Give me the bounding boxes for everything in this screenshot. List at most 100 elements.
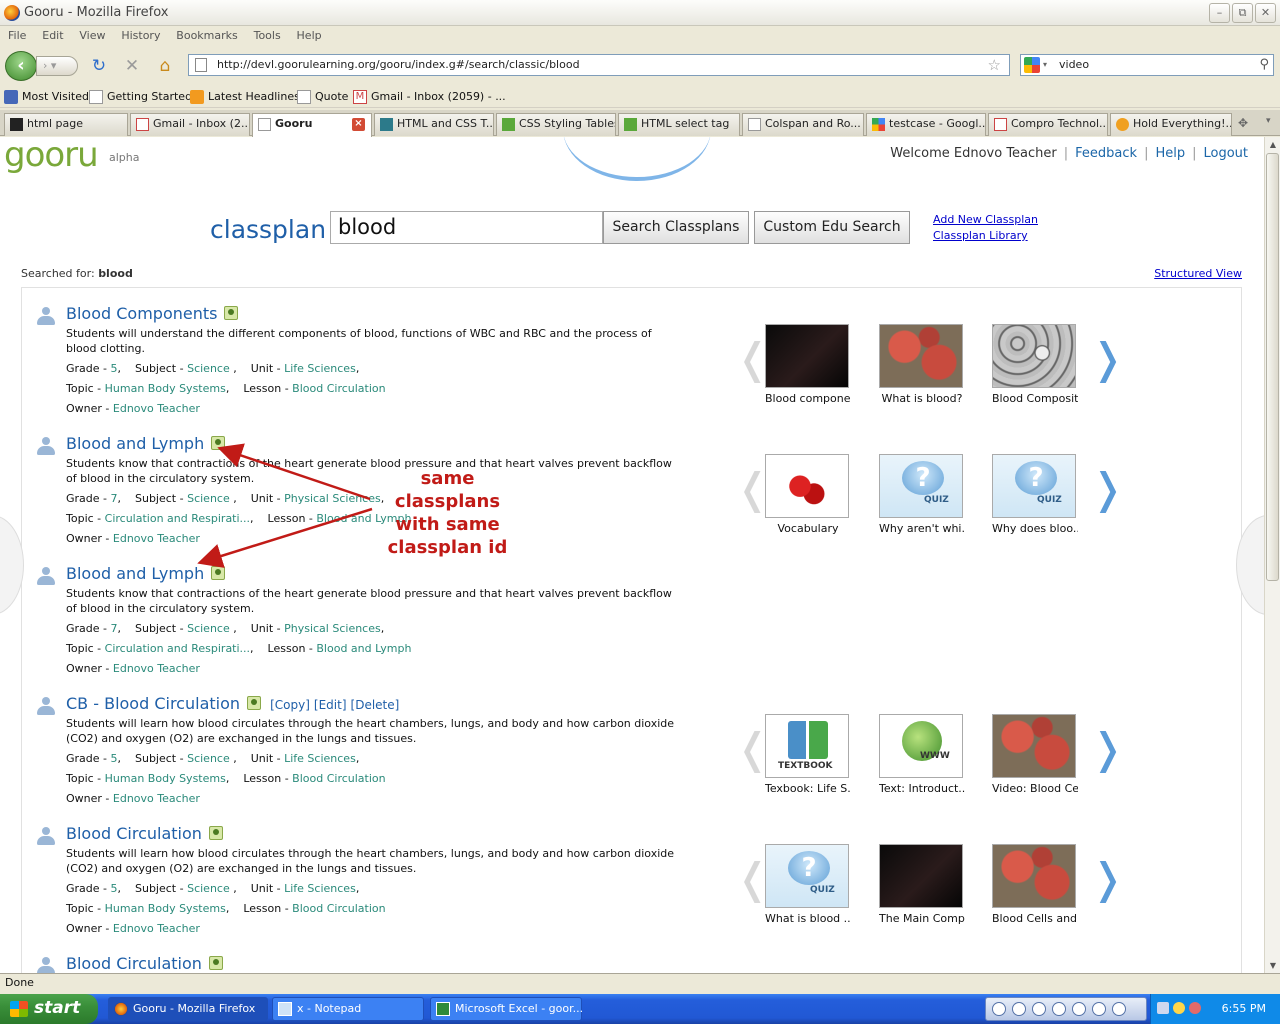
volume-tray-icon[interactable] [1173, 1002, 1185, 1014]
reload-icon[interactable]: ↻ [88, 55, 110, 77]
carousel-prev-icon[interactable]: ❬ [735, 724, 770, 774]
logout-link[interactable]: Logout [1203, 146, 1248, 161]
resource-thumb[interactable]: Blood Compositi... [992, 324, 1078, 405]
add-new-classplan-link[interactable]: Add New Classplan [933, 213, 1038, 226]
resource-thumb[interactable]: What is blood ... [765, 844, 851, 925]
new-tab-icon[interactable]: ✥ [1238, 116, 1248, 130]
share-icon[interactable] [208, 826, 223, 840]
custom-edu-search-button[interactable]: Custom Edu Search [754, 211, 910, 244]
resource-thumb[interactable]: Blood Cells and ... [992, 844, 1078, 925]
close-window-button[interactable]: ✕ [1255, 3, 1276, 23]
feedback-link[interactable]: Feedback [1075, 146, 1137, 161]
restore-button[interactable]: ⧉ [1232, 3, 1253, 23]
carousel-next-icon[interactable]: ❭ [1090, 854, 1125, 904]
bookmark-getting-started[interactable]: Getting Started [89, 89, 192, 105]
resource-thumb[interactable]: Texbook: Life S... [765, 714, 851, 795]
result-title[interactable]: Blood Components [66, 304, 217, 323]
help-link[interactable]: Help [1155, 146, 1185, 161]
tab-gmail[interactable]: Gmail - Inbox (2... [130, 113, 250, 136]
delete-link[interactable]: [Delete] [351, 698, 400, 712]
result-title[interactable]: Blood and Lymph [66, 434, 204, 453]
google-icon[interactable] [1024, 57, 1040, 73]
bookmark-gmail[interactable]: M Gmail - Inbox (2059) - ... [353, 89, 506, 105]
copy-link[interactable]: [Copy] [270, 698, 310, 712]
result-title[interactable]: Blood and Lymph [66, 564, 204, 583]
back-button[interactable]: ‹ [5, 51, 37, 81]
tab-gooru[interactable]: Gooru × [252, 113, 372, 137]
tab-html-page[interactable]: html page [4, 113, 128, 136]
menu-history[interactable]: History [121, 26, 160, 46]
tab-css-styling[interactable]: CSS Styling Tables [496, 113, 616, 136]
taskbar-item-excel[interactable]: Microsoft Excel - goor... [430, 997, 583, 1021]
taskbar-item-notepad[interactable]: x - Notepad [272, 997, 424, 1021]
menu-view[interactable]: View [79, 26, 105, 46]
web-search-bar[interactable]: ▾ video ⚲ [1020, 54, 1274, 76]
gooru-logo[interactable]: gooru [4, 137, 99, 175]
stop-icon[interactable]: ✕ [121, 55, 143, 77]
scroll-down-icon[interactable]: ▼ [1265, 958, 1280, 973]
tab-hold-everything[interactable]: Hold Everything!... [1110, 113, 1232, 136]
share-icon[interactable] [247, 696, 262, 710]
tab-compro[interactable]: Compro Technol... [988, 113, 1108, 136]
resource-thumb[interactable]: Video: Blood Ce... [992, 714, 1078, 795]
classplan-library-link[interactable]: Classplan Library [933, 229, 1028, 242]
edit-link[interactable]: [Edit] [314, 698, 347, 712]
start-button[interactable]: start [0, 994, 98, 1024]
carousel-prev-icon[interactable]: ❬ [735, 464, 770, 514]
share-icon[interactable] [211, 436, 226, 450]
vertical-scrollbar[interactable]: ▲ ▼ [1264, 137, 1280, 973]
share-icon[interactable] [211, 566, 226, 580]
media-menu-icon[interactable] [992, 1002, 1006, 1016]
tab-list-icon[interactable]: ▾ [1266, 116, 1271, 126]
structured-view-link[interactable]: Structured View [1154, 267, 1242, 280]
scroll-up-icon[interactable]: ▲ [1265, 137, 1280, 152]
result-title[interactable]: Blood Circulation [66, 954, 202, 973]
play-icon[interactable] [1012, 1002, 1026, 1016]
carousel-next-icon[interactable]: ❭ [1090, 464, 1125, 514]
scrollbar-thumb[interactable] [1266, 153, 1279, 581]
menu-tools[interactable]: Tools [254, 26, 281, 46]
stop-media-icon[interactable] [1052, 1002, 1066, 1016]
tray-icon[interactable] [1157, 1002, 1169, 1014]
menu-bookmarks[interactable]: Bookmarks [176, 26, 237, 46]
url-bar[interactable]: http://devl.goorulearning.org/gooru/inde… [188, 54, 1010, 76]
resource-thumb[interactable]: What is blood? [879, 324, 965, 405]
search-classplans-button[interactable]: Search Classplans [603, 211, 749, 244]
home-icon[interactable]: ⌂ [154, 55, 176, 77]
carousel-prev-icon[interactable]: ❬ [735, 334, 770, 384]
bookmark-quote[interactable]: Quote [297, 89, 348, 105]
taskbar-item-firefox[interactable]: Gooru - Mozilla Firefox [108, 997, 268, 1021]
tab-colspan[interactable]: Colspan and Ro... [742, 113, 864, 136]
share-icon[interactable] [224, 306, 239, 320]
pause-icon[interactable] [1032, 1002, 1046, 1016]
bookmark-star-icon[interactable]: ☆ [988, 55, 1001, 75]
messenger-icon[interactable] [1189, 1002, 1201, 1014]
resource-thumb[interactable]: Why aren't whi... [879, 454, 965, 535]
carousel-next-icon[interactable]: ❭ [1090, 724, 1125, 774]
resource-thumb[interactable]: Why does bloo... [992, 454, 1078, 535]
tab-html-select[interactable]: HTML select tag [618, 113, 740, 136]
engine-dropdown-icon[interactable]: ▾ [1043, 55, 1047, 75]
resource-thumb[interactable]: The Main Comp... [879, 844, 965, 925]
volume-icon[interactable] [1112, 1002, 1126, 1016]
menu-file[interactable]: File [8, 26, 26, 46]
resource-thumb[interactable]: Text: Introduct... [879, 714, 965, 795]
bookmark-latest-headlines[interactable]: Latest Headlines [190, 89, 300, 105]
minimize-button[interactable]: – [1209, 3, 1230, 23]
classplan-search-input[interactable]: blood [330, 211, 603, 244]
result-title[interactable]: Blood Circulation [66, 824, 202, 843]
result-title[interactable]: CB - Blood Circulation [66, 694, 240, 713]
tab-testcase[interactable]: testcase - Googl... [866, 113, 986, 136]
share-icon[interactable] [208, 956, 223, 970]
close-tab-icon[interactable]: × [352, 118, 365, 131]
resource-thumb[interactable]: Blood compone... [765, 324, 851, 405]
forward-button[interactable]: › ▾ [36, 56, 78, 76]
resource-thumb[interactable]: Vocabulary [765, 454, 851, 535]
carousel-next-icon[interactable]: ❭ [1090, 334, 1125, 384]
menu-edit[interactable]: Edit [42, 26, 63, 46]
bookmark-most-visited[interactable]: Most Visited [4, 89, 89, 105]
next-icon[interactable] [1092, 1002, 1106, 1016]
search-icon[interactable]: ⚲ [1259, 55, 1269, 75]
carousel-prev-icon[interactable]: ❬ [735, 854, 770, 904]
previous-icon[interactable] [1072, 1002, 1086, 1016]
